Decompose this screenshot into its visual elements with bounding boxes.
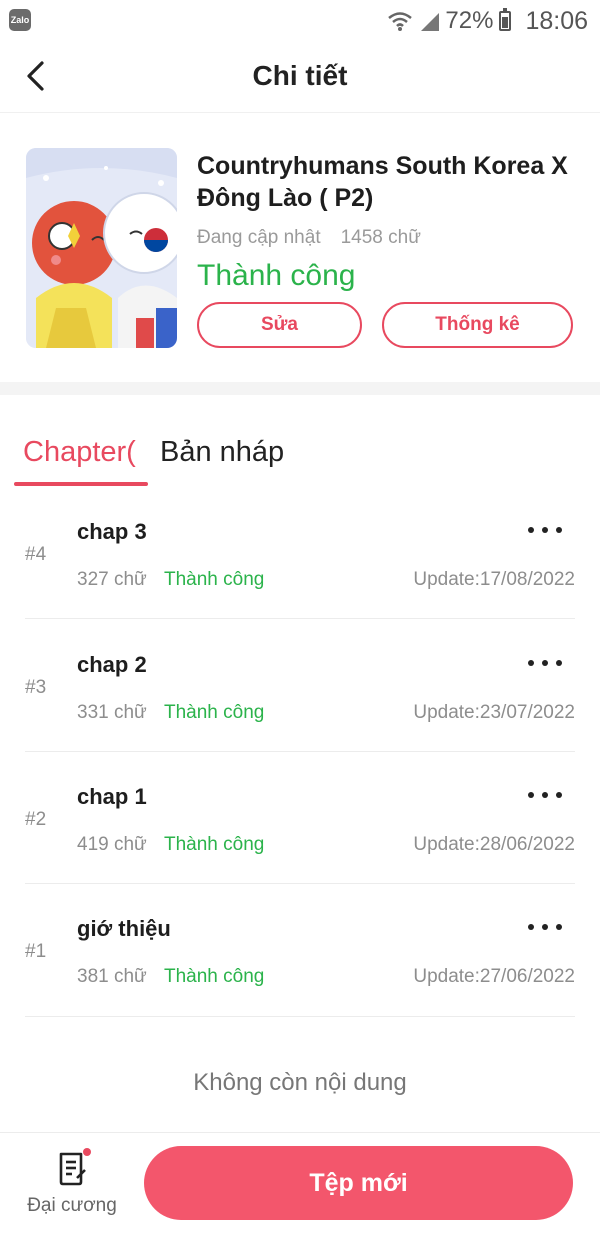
chapter-title: giớ thiệu: [77, 916, 171, 941]
more-icon[interactable]: [528, 917, 562, 937]
outline-document-icon: [59, 1152, 86, 1186]
tab-draft[interactable]: Bản nháp: [160, 436, 284, 469]
chapter-status: Thành công: [164, 966, 265, 987]
chapter-title: chap 3: [77, 519, 147, 544]
chapter-update-date: Update:17/08/2022: [413, 569, 575, 590]
book-title: Countryhumans South Korea X Đông Lào ( P…: [197, 152, 568, 212]
zalo-app-icon: Zalo: [9, 9, 31, 31]
chapter-row[interactable]: #4 chap 3 327 chữ Thành công Update:17/0…: [0, 487, 600, 619]
notification-dot: [83, 1148, 91, 1156]
row-divider: [25, 618, 575, 619]
chapter-status: Thành công: [164, 834, 265, 855]
chapter-row[interactable]: #1 giớ thiệu 381 chữ Thành công Update:2…: [0, 884, 600, 1016]
chapter-update-date: Update:28/06/2022: [413, 834, 575, 855]
chapter-row[interactable]: #2 chap 1 419 chữ Thành công Update:28/0…: [0, 752, 600, 884]
row-divider: [25, 1016, 575, 1017]
chapter-word-count: 327 chữ: [77, 569, 147, 590]
book-word-count: 1458 chữ: [340, 227, 421, 248]
header-divider: [0, 112, 600, 113]
wifi-icon: [388, 12, 413, 31]
tab-chapter[interactable]: Chapter(: [23, 436, 136, 469]
signal-icon: [421, 13, 440, 31]
edit-button[interactable]: Sửa: [197, 302, 362, 348]
status-time: 18:06: [525, 6, 588, 35]
outline-label: Đại cương: [27, 1195, 117, 1216]
header: Chi tiết: [0, 44, 600, 112]
chapter-row[interactable]: #3 chap 2 331 chữ Thành công Update:23/0…: [0, 620, 600, 752]
section-separator: [0, 382, 600, 395]
status-indicators: 72% 18:06: [387, 6, 588, 36]
list-end-text: Không còn nội dung: [193, 1069, 407, 1096]
chapter-number: #3: [25, 677, 47, 698]
page-title: Chi tiết: [252, 60, 348, 91]
chapter-status: Thành công: [164, 569, 265, 590]
book-publish-status: Thành công: [197, 259, 356, 292]
chapter-number: #1: [25, 941, 47, 962]
book-meta: Đang cập nhật 1458 chữ: [197, 227, 421, 249]
chapter-title: chap 2: [77, 652, 147, 677]
chapter-word-count: 331 chữ: [77, 702, 147, 723]
chapter-update-date: Update:23/07/2022: [413, 702, 575, 723]
status-bar: Zalo 72% 18:06: [0, 0, 600, 44]
more-icon[interactable]: [528, 520, 562, 540]
more-icon[interactable]: [528, 653, 562, 673]
book-cover-image: [26, 148, 177, 348]
chapter-update-date: Update:27/06/2022: [413, 966, 575, 987]
battery-icon: [499, 8, 512, 31]
stats-button[interactable]: Thống kê: [382, 302, 573, 348]
book-cover-illustration: [26, 148, 177, 348]
chapter-word-count: 419 chữ: [77, 834, 147, 855]
battery-percent: 72%: [445, 7, 494, 34]
active-tab-indicator: [14, 482, 148, 486]
outline-button[interactable]: Đại cương: [18, 1148, 126, 1224]
chapter-title: chap 1: [77, 784, 147, 809]
more-icon[interactable]: [528, 785, 562, 805]
bottom-bar-divider: [0, 1132, 600, 1133]
new-file-button[interactable]: Tệp mới: [144, 1146, 573, 1220]
chapter-number: #2: [25, 809, 47, 830]
chapter-status: Thành công: [164, 702, 265, 723]
chapter-word-count: 381 chữ: [77, 966, 147, 987]
chapter-number: #4: [25, 544, 47, 565]
book-update-status: Đang cập nhật: [197, 227, 321, 248]
